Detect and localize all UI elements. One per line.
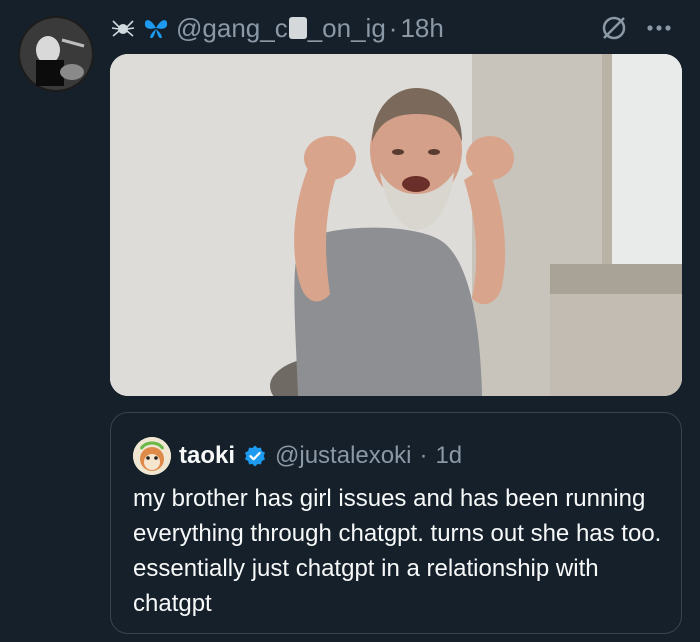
quoted-time[interactable]: 1d [435,442,462,470]
tweet-photo[interactable] [110,54,682,396]
author-avatar[interactable] [18,16,94,92]
author-handle[interactable]: @gang_c [176,13,288,44]
author-handle-suffix[interactable]: _on_ig [308,13,386,44]
more-icon[interactable] [646,24,672,32]
author-handle-line[interactable]: @gang_c _on_ig · 18h [176,13,444,44]
quoted-tweet-text: my brother has girl issues and has been … [133,485,662,617]
quoted-author-name[interactable]: taoki [179,442,235,470]
header-actions [600,10,672,46]
quoted-tweet-header: taoki @justalexoki · 1d [133,437,462,475]
quoted-author-avatar[interactable] [133,437,171,475]
quoted-tweet[interactable]: taoki @justalexoki · 1d my brother has g… [110,412,682,634]
tweet-header: @gang_c _on_ig · 18h [110,10,680,46]
header-separator: · [388,12,398,43]
quoted-separator: · [419,442,428,469]
spider-icon [110,15,136,41]
butterfly-icon [142,15,170,41]
handle-redaction [288,17,307,39]
tweet-time[interactable]: 18h [400,13,443,44]
verified-badge-icon [243,444,267,468]
grok-icon[interactable] [600,14,628,42]
quoted-author-handle[interactable]: @justalexoki [275,442,411,470]
